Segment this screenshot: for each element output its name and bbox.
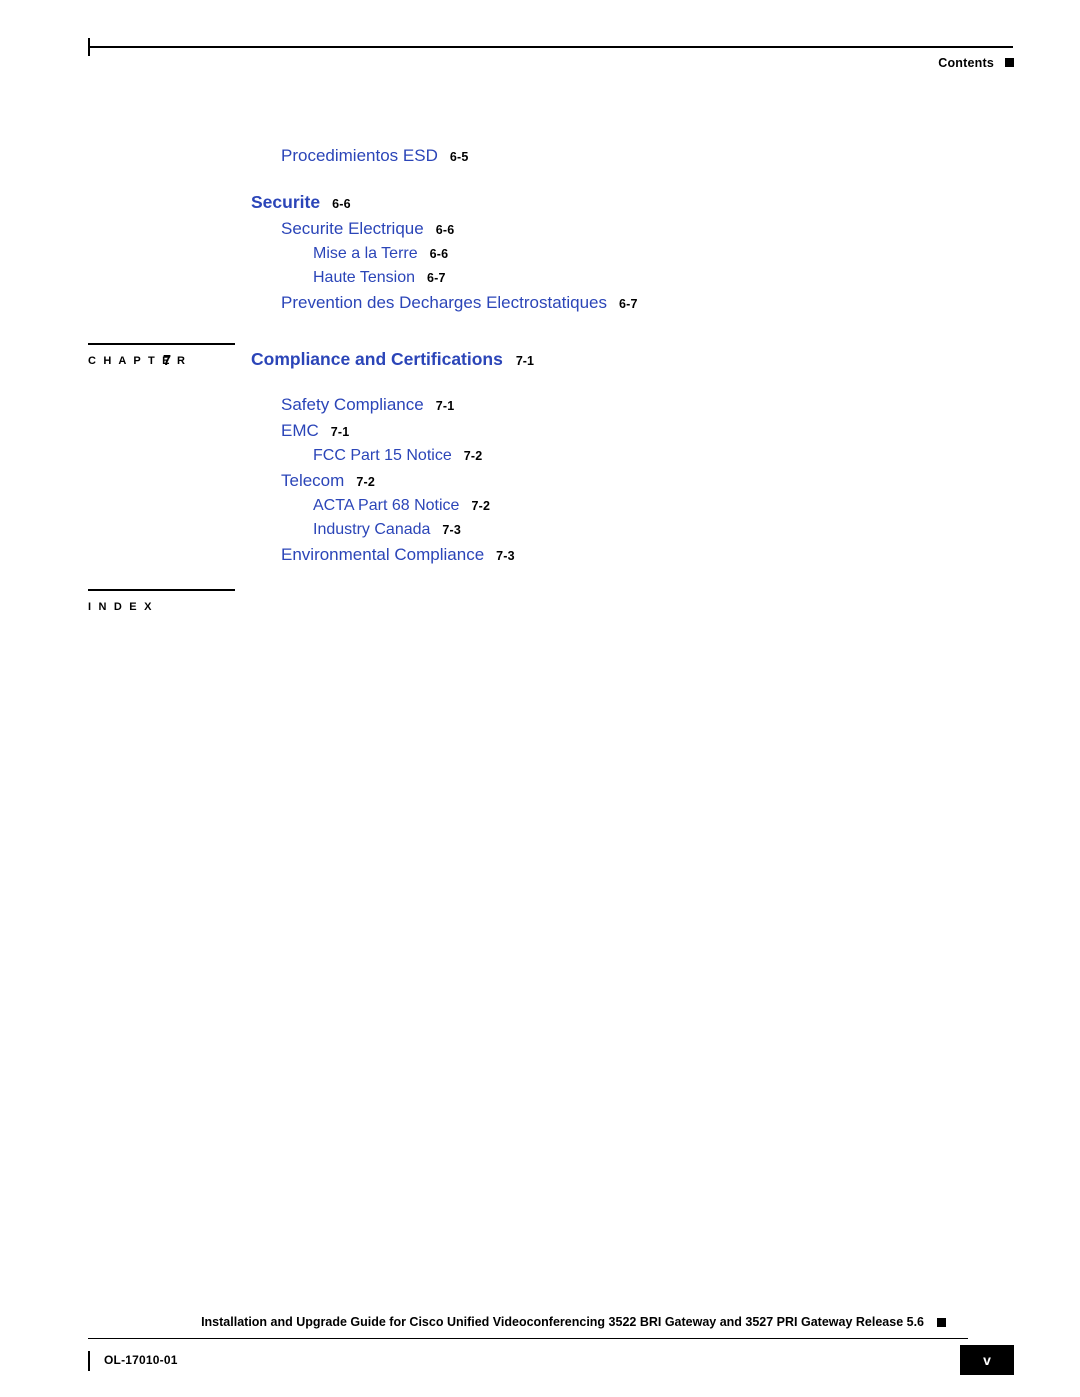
toc-entry[interactable]: Mise a la Terre 6-6 (0, 245, 1080, 263)
footer-tick-mark (88, 1351, 90, 1371)
header-rule (88, 46, 1013, 48)
toc-entry[interactable]: EMC 7-1 (0, 421, 1080, 441)
footer-page-number: v (960, 1345, 1014, 1375)
toc-entry-title: Procedimientos ESD (281, 146, 438, 165)
toc-entry[interactable]: Safety Compliance 7-1 (0, 395, 1080, 415)
toc-entry-page: 6-6 (429, 247, 449, 261)
header-square-marker (1005, 58, 1014, 67)
toc-entry[interactable]: FCC Part 15 Notice 7-2 (0, 447, 1080, 465)
toc-entry-title: Haute Tension (313, 269, 415, 286)
table-of-contents: Procedimientos ESD 6-5 Securite 6-6 Secu… (0, 140, 1080, 629)
footer-rule (88, 1337, 968, 1339)
page-header: Contents (0, 0, 1080, 90)
chapter-title-text: Compliance and Certifications (251, 349, 503, 369)
toc-entry[interactable]: Environmental Compliance 7-3 (0, 545, 1080, 565)
toc-entry[interactable]: Industry Canada 7-3 (0, 521, 1080, 539)
chapter-rule (88, 343, 235, 345)
toc-entry-page: 7-3 (442, 523, 462, 537)
toc-entry-page: 6-6 (332, 197, 351, 211)
chapter-heading-block[interactable]: C H A P T E R 7 Compliance and Certifica… (0, 343, 1080, 389)
footer-document-id: OL-17010-01 (104, 1353, 178, 1367)
toc-entry-page: 6-5 (449, 150, 469, 164)
page-footer: Installation and Upgrade Guide for Cisco… (0, 1277, 1080, 1397)
toc-entry-title: Safety Compliance (281, 395, 424, 414)
chapter-title-page: 7-1 (515, 354, 534, 368)
toc-entry[interactable]: ACTA Part 68 Notice 7-2 (0, 497, 1080, 515)
index-heading-block[interactable]: I N D E X (0, 589, 1080, 629)
toc-entry-page: 7-1 (435, 399, 455, 413)
toc-entry-title: Securite (251, 192, 321, 212)
toc-entry-page: 7-2 (471, 499, 491, 513)
toc-entry-page: 7-1 (330, 425, 350, 439)
chapter-number: 7 (163, 353, 172, 369)
chapter-word-label: C H A P T E R (88, 355, 188, 367)
toc-entry[interactable]: Procedimientos ESD 6-5 (0, 146, 1080, 166)
toc-entry-title: EMC (281, 421, 319, 440)
toc-entry-title: Securite Electrique (281, 219, 424, 238)
chapter-title: Compliance and Certifications 7-1 (251, 349, 534, 370)
toc-entry-page: 7-3 (496, 549, 515, 563)
toc-entry[interactable]: Haute Tension 6-7 (0, 269, 1080, 287)
toc-entry-page: 7-2 (463, 449, 483, 463)
toc-entry-title: Telecom (281, 471, 345, 490)
toc-entry-page: 6-7 (427, 271, 446, 285)
index-word-label: I N D E X (88, 601, 154, 613)
toc-entry-title: FCC Part 15 Notice (313, 447, 452, 464)
toc-entry-title: Prevention des Decharges Electrostatique… (281, 293, 608, 312)
toc-entry-page: 7-2 (356, 475, 375, 489)
toc-entry-title: Environmental Compliance (281, 545, 485, 564)
toc-entry-title: Mise a la Terre (313, 245, 418, 262)
toc-entry-title: ACTA Part 68 Notice (313, 497, 460, 514)
toc-entry[interactable]: Securite 6-6 (0, 192, 1080, 213)
toc-entry-title: Industry Canada (313, 521, 431, 538)
toc-entry-page: 6-7 (619, 297, 638, 311)
toc-entry[interactable]: Prevention des Decharges Electrostatique… (0, 293, 1080, 313)
toc-entry[interactable]: Securite Electrique 6-6 (0, 219, 1080, 239)
toc-entry[interactable]: Telecom 7-2 (0, 471, 1080, 491)
header-label: Contents (938, 56, 994, 70)
footer-document-title: Installation and Upgrade Guide for Cisco… (201, 1315, 924, 1329)
footer-square-marker (937, 1318, 946, 1327)
toc-entry-page: 6-6 (435, 223, 455, 237)
index-rule (88, 589, 235, 591)
